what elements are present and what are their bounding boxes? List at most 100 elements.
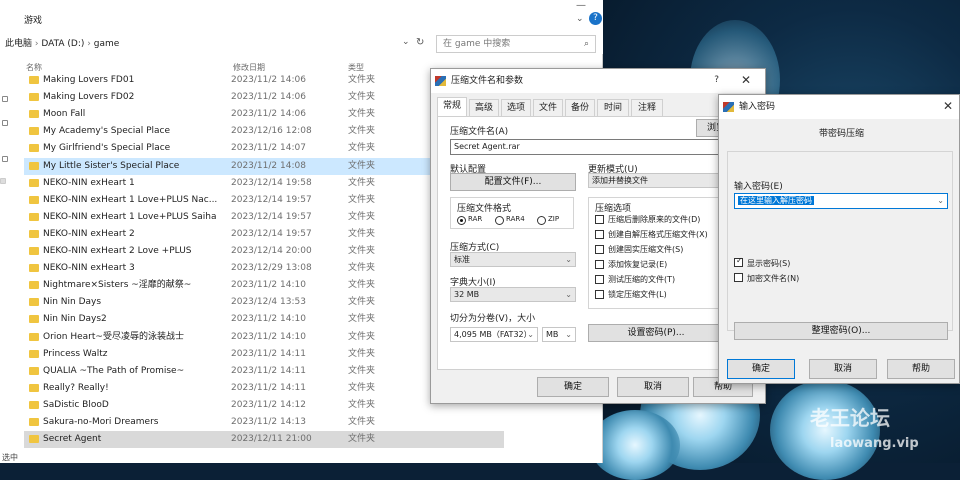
radio-zip[interactable] xyxy=(537,216,546,225)
ok-button[interactable]: 确定 xyxy=(727,359,795,379)
file-date: 2023/12/11 21:00 xyxy=(231,434,312,445)
ok-button[interactable]: 确定 xyxy=(537,377,609,397)
cancel-button[interactable]: 取消 xyxy=(809,359,877,379)
option-checkbox[interactable] xyxy=(595,260,604,269)
archive-name-label: 压缩文件名(A) xyxy=(450,127,509,137)
tab-files[interactable]: 文件 xyxy=(533,99,563,116)
option-label: 测试压缩的文件(T) xyxy=(608,275,676,284)
split-unit-value: MB xyxy=(546,330,559,339)
pin-icon[interactable] xyxy=(2,96,8,102)
winrar-icon xyxy=(435,76,446,86)
file-type: 文件夹 xyxy=(348,417,376,427)
file-name: Moon Fall xyxy=(43,109,86,120)
search-input[interactable]: 在 game 中搜索 ⌕ xyxy=(436,35,596,53)
file-type: 文件夹 xyxy=(348,75,376,85)
folder-icon xyxy=(29,264,39,273)
file-name: QUALIA ~The Path of Promise~ xyxy=(43,365,185,376)
option-checkbox[interactable] xyxy=(595,215,604,224)
option-checkbox[interactable] xyxy=(595,245,604,254)
folder-icon xyxy=(29,366,39,375)
file-type: 文件夹 xyxy=(348,280,376,291)
option-checkbox[interactable] xyxy=(595,275,604,284)
folder-icon xyxy=(29,281,39,290)
pin-icon[interactable] xyxy=(2,120,8,126)
help-button[interactable]: 帮助 xyxy=(887,359,955,379)
option-label: 压缩后删除原来的文件(D) xyxy=(608,215,701,224)
file-type: 文件夹 xyxy=(348,160,376,171)
dialog-title: 压缩文件名和参数 xyxy=(451,76,524,86)
folder-icon xyxy=(29,178,39,187)
method-select[interactable]: 标准 ⌄ xyxy=(450,252,576,267)
chevron-down-icon[interactable]: ⌄ xyxy=(576,14,584,24)
folder-icon xyxy=(29,400,39,409)
file-name: NEKO-NIN exHeart 2 Love +PLUS xyxy=(43,246,192,256)
file-date: 2023/11/2 14:10 xyxy=(231,280,306,291)
show-password-checkbox[interactable]: ✓ xyxy=(734,256,743,267)
wallpaper-flower xyxy=(590,410,680,480)
folder-icon xyxy=(29,435,39,444)
encrypt-names-checkbox[interactable] xyxy=(734,273,743,282)
radio-rar[interactable] xyxy=(457,216,466,225)
file-name: Princess Waltz xyxy=(43,348,108,359)
show-password-label: 显示密码(S) xyxy=(747,259,791,268)
breadcrumb-item[interactable]: DATA (D:) xyxy=(41,39,84,49)
minimize-icon[interactable]: — xyxy=(576,0,586,11)
file-date: 2023/12/14 19:58 xyxy=(231,177,312,188)
radio-rar4[interactable] xyxy=(495,216,504,225)
tab-time[interactable]: 时间 xyxy=(597,99,629,116)
tab-options[interactable]: 选项 xyxy=(501,99,531,116)
help-icon[interactable]: ? xyxy=(714,69,719,91)
tab-backup[interactable]: 备份 xyxy=(565,99,595,116)
cancel-button[interactable]: 取消 xyxy=(617,377,689,397)
file-date: 2023/12/29 13:08 xyxy=(231,263,312,274)
explorer-titlebar: 游戏 — ⌄ ? xyxy=(0,0,603,34)
file-name: SaDistic BlooD xyxy=(43,399,109,410)
file-row[interactable]: Secret Agent 2023/12/11 21:00 文件夹 xyxy=(24,431,504,449)
method-value: 标准 xyxy=(454,255,470,264)
breadcrumb-item[interactable]: 此电脑 xyxy=(5,39,32,49)
tab-general[interactable]: 常规 xyxy=(437,97,467,116)
folder-icon xyxy=(29,332,39,341)
help-icon[interactable]: ? xyxy=(589,12,602,25)
tab-advanced[interactable]: 高级 xyxy=(469,99,499,116)
file-name: NEKO-NIN exHeart 1 Love+PLUS Saiha xyxy=(43,211,217,222)
split-select[interactable]: 4,095 MB（FAT32） ⌄ xyxy=(450,327,538,342)
chevron-down-icon[interactable]: ⌄ xyxy=(402,37,410,47)
file-date: 2023/11/2 14:08 xyxy=(231,160,306,171)
file-type: 文件夹 xyxy=(348,382,376,393)
file-row[interactable]: Sakura-no-Mori Dreamers 2023/11/2 14:13 文件… xyxy=(24,414,504,431)
option-checkbox[interactable] xyxy=(595,290,604,299)
set-password-button[interactable]: 设置密码(P)... xyxy=(588,324,724,342)
password-input[interactable]: 在这里输入解压密码 ⌄ xyxy=(734,193,948,209)
file-date: 2023/11/2 14:10 xyxy=(231,331,306,342)
organize-passwords-button[interactable]: 整理密码(O)... xyxy=(734,322,948,340)
dict-select[interactable]: 32 MB ⌄ xyxy=(450,287,576,302)
file-date: 2023/12/16 12:08 xyxy=(231,126,312,137)
option-checkbox[interactable] xyxy=(595,230,604,239)
folder-icon xyxy=(29,161,39,170)
folder-icon xyxy=(29,195,39,204)
option-label: 创建固实压缩文件(S) xyxy=(608,245,684,254)
folder-icon xyxy=(29,93,39,102)
file-type: 文件夹 xyxy=(348,297,376,308)
close-icon[interactable]: ✕ xyxy=(943,95,953,117)
profile-button[interactable]: 配置文件(F)... xyxy=(450,173,576,191)
option-label: 锁定压缩文件(L) xyxy=(608,290,667,299)
pin-icon[interactable] xyxy=(2,156,8,162)
file-date: 2023/11/2 14:06 xyxy=(231,75,306,85)
close-icon[interactable]: ✕ xyxy=(741,69,751,91)
split-unit-select[interactable]: MB ⌄ xyxy=(542,327,576,342)
winrar-icon xyxy=(723,102,734,112)
tab-comment[interactable]: 注释 xyxy=(631,99,663,116)
breadcrumb-item[interactable]: game xyxy=(94,39,120,49)
options-group-label: 压缩选项 xyxy=(595,204,632,214)
chevron-down-icon: ⌄ xyxy=(565,330,572,339)
refresh-icon[interactable]: ↻ xyxy=(416,37,424,48)
file-date: 2023/12/4 13:53 xyxy=(231,297,306,308)
address-bar[interactable]: 此电脑 › DATA (D:) › game xyxy=(0,36,430,53)
archive-name-field[interactable]: Secret Agent.rar xyxy=(450,139,750,155)
nav-item[interactable] xyxy=(0,178,6,184)
file-name: Making Lovers FD02 xyxy=(43,92,135,103)
dialog-titlebar: 输入密码 ✕ xyxy=(719,95,959,119)
folder-icon xyxy=(29,76,39,84)
